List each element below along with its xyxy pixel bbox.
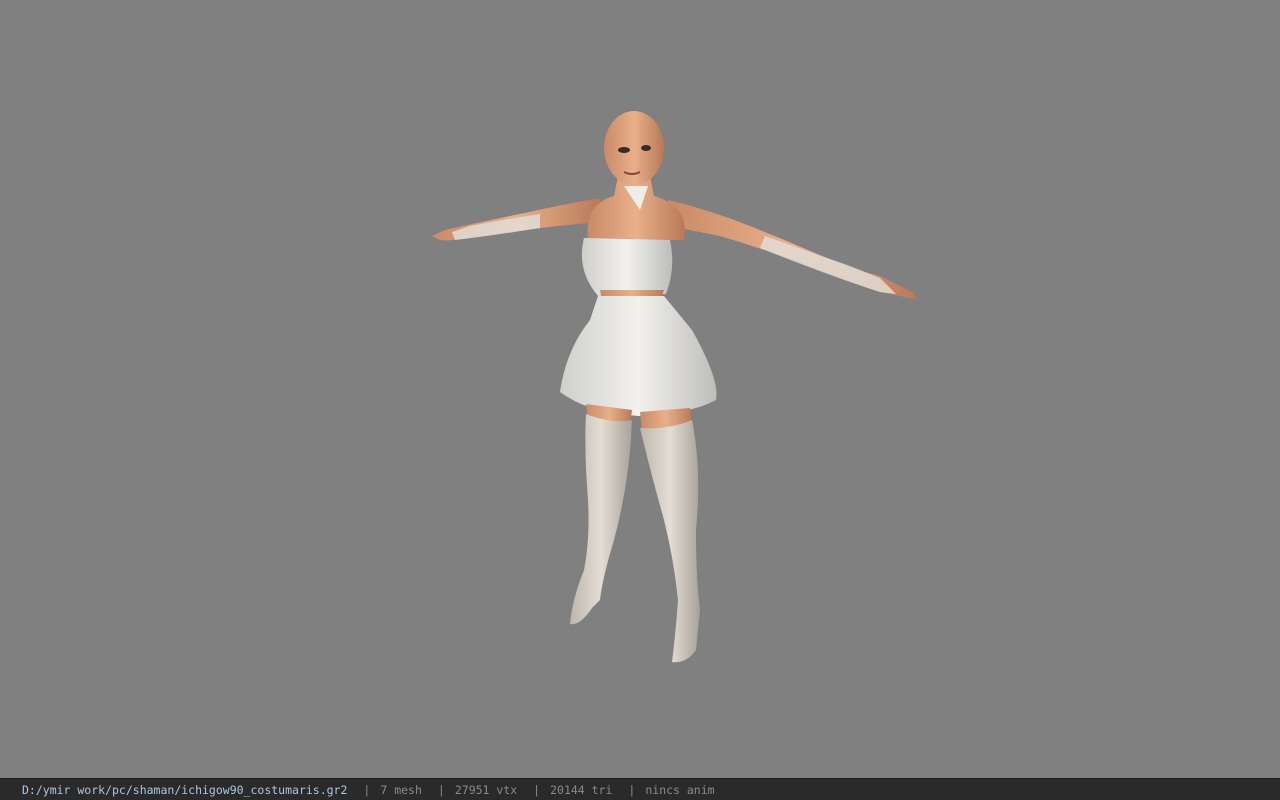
character-model-render <box>432 111 918 663</box>
file-path: D:/ymir work/pc/shaman/ichigow90_costuma… <box>22 782 348 797</box>
separator: | <box>533 782 541 797</box>
3d-viewport[interactable] <box>0 0 1280 778</box>
status-bar: D:/ymir work/pc/shaman/ichigow90_costuma… <box>0 778 1280 800</box>
animation-status: nincs anim <box>645 782 715 797</box>
separator: | <box>363 782 371 797</box>
mesh-count: 7 mesh <box>380 782 422 797</box>
vertex-count: 27951 vtx <box>454 782 518 797</box>
separator: | <box>628 782 636 797</box>
separator: | <box>437 782 445 797</box>
triangle-count: 20144 tri <box>550 782 613 797</box>
